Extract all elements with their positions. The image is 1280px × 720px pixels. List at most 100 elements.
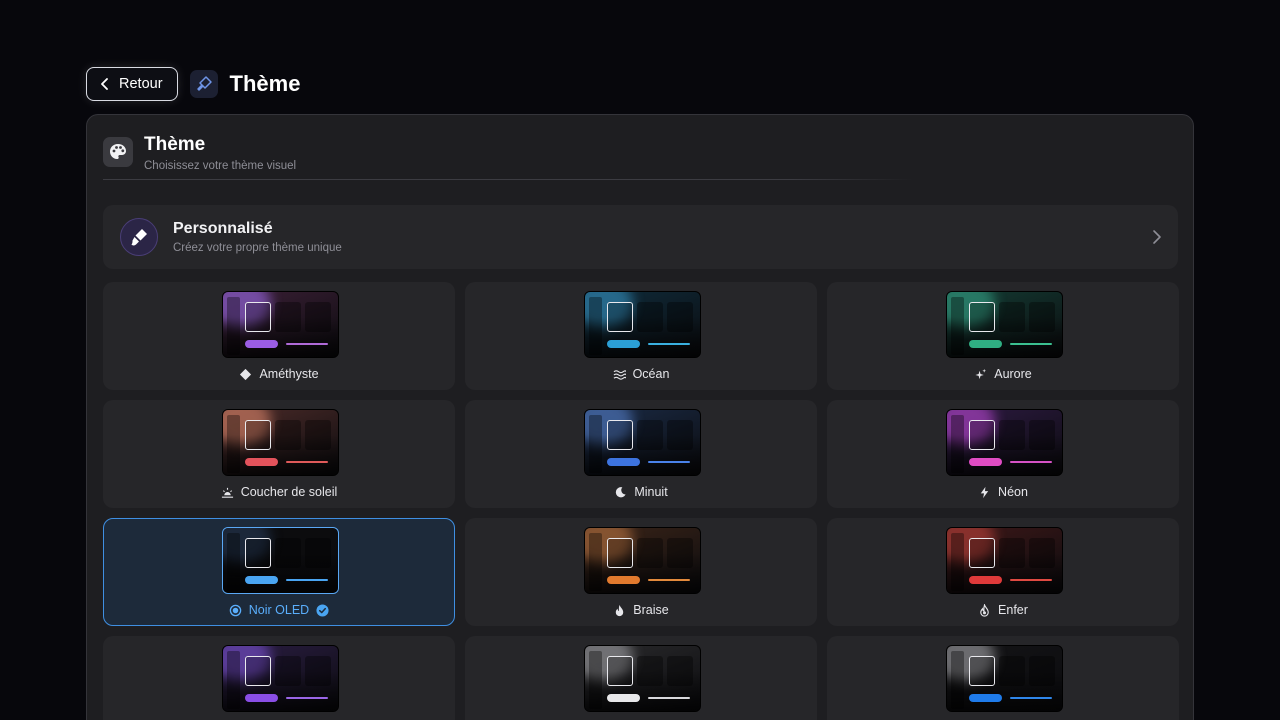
preview-tile — [637, 538, 663, 568]
preview-accent-pill — [607, 694, 640, 702]
theme-name: Braise — [633, 603, 669, 617]
preview-tile — [969, 420, 995, 450]
theme-settings-page: Retour Thème Thème Choisissez votre thèm… — [0, 0, 1280, 720]
preview-accent-pill — [245, 340, 278, 348]
preview-accent-pill — [969, 340, 1002, 348]
preview-accent-line — [648, 697, 690, 699]
preview-tile — [1029, 420, 1055, 450]
preview-accent-pill — [969, 694, 1002, 702]
theme-preview — [584, 527, 701, 594]
theme-preview — [584, 291, 701, 358]
theme-card[interactable]: Enfer — [827, 518, 1179, 626]
theme-label: Minuit — [466, 485, 816, 499]
preview-accent-pill — [607, 340, 640, 348]
theme-name: Minuit — [634, 485, 668, 499]
preview-accent-line — [648, 343, 690, 345]
theme-name: Néon — [998, 485, 1028, 499]
theme-name: Aurore — [994, 367, 1032, 381]
preview-tile — [607, 302, 633, 332]
preview-accent-pill — [969, 576, 1002, 584]
preview-tile — [305, 538, 331, 568]
preview-tile — [305, 420, 331, 450]
preview-tile — [607, 656, 633, 686]
theme-preview — [584, 645, 701, 712]
theme-label: Néon — [828, 485, 1178, 499]
custom-theme-row[interactable]: Personnalisé Créez votre propre thème un… — [103, 205, 1178, 269]
theme-card[interactable]: Braise — [465, 518, 817, 626]
preview-accent-line — [1010, 697, 1052, 699]
panel-header: Thème Choisissez votre thème visuel — [103, 135, 296, 172]
preview-sidebar — [951, 651, 964, 709]
panel-subtitle: Choisissez votre thème visuel — [144, 160, 297, 172]
theme-preview — [946, 291, 1063, 358]
preview-accent-line — [1010, 343, 1052, 345]
preview-tile — [999, 420, 1025, 450]
preview-accent-pill — [245, 694, 278, 702]
preview-sidebar — [227, 651, 240, 709]
theme-card[interactable]: Océan — [465, 282, 817, 390]
theme-label: Améthyste — [104, 367, 454, 381]
theme-card[interactable]: Coucher de soleil — [103, 400, 455, 508]
preview-tile — [1029, 656, 1055, 686]
chevron-right-icon — [1153, 230, 1161, 244]
preview-accent-pill — [607, 458, 640, 466]
page-title: Thème — [229, 71, 301, 96]
theme-label: Noir OLED — [104, 603, 454, 617]
fire-icon — [978, 603, 991, 617]
theme-grid: Améthyste Océan Aurore Coucher de soleil Min… — [103, 282, 1179, 720]
sparkles-icon — [974, 368, 987, 381]
preview-tile — [667, 420, 693, 450]
theme-preview — [946, 645, 1063, 712]
preview-tile — [275, 420, 301, 450]
preview-tile — [969, 656, 995, 686]
preview-sidebar — [227, 415, 240, 473]
preview-tile — [245, 302, 271, 332]
theme-card[interactable]: Néon — [827, 400, 1179, 508]
preview-accent-line — [648, 461, 690, 463]
theme-card[interactable] — [465, 636, 817, 720]
preview-accent-line — [1010, 579, 1052, 581]
theme-preview — [222, 527, 339, 594]
check-icon — [316, 603, 329, 617]
preview-tile — [275, 656, 301, 686]
preview-accent-line — [286, 343, 328, 345]
preview-tile — [1029, 538, 1055, 568]
moon-icon — [614, 486, 627, 499]
theme-card[interactable]: Aurore — [827, 282, 1179, 390]
panel-divider — [103, 179, 913, 180]
preview-sidebar — [227, 533, 240, 591]
theme-card[interactable] — [827, 636, 1179, 720]
theme-label: Enfer — [828, 603, 1178, 617]
bolt-icon — [978, 486, 991, 499]
theme-card[interactable]: Noir OLED — [103, 518, 455, 626]
theme-name: Améthyste — [259, 367, 319, 381]
theme-preview — [584, 409, 701, 476]
preview-tile — [305, 656, 331, 686]
theme-card[interactable]: Améthyste — [103, 282, 455, 390]
preview-tile — [275, 538, 301, 568]
custom-theme-title: Personnalisé — [173, 220, 273, 237]
theme-name: Océan — [632, 367, 670, 381]
preview-tile — [305, 302, 331, 332]
theme-card[interactable] — [103, 636, 455, 720]
preview-tile — [637, 656, 663, 686]
preview-accent-line — [648, 579, 690, 581]
theme-name: Enfer — [998, 603, 1028, 617]
diamond-icon — [239, 368, 252, 381]
preview-sidebar — [951, 533, 964, 591]
theme-preview — [222, 291, 339, 358]
waves-icon — [613, 368, 626, 381]
preview-sidebar — [227, 297, 240, 355]
preview-sidebar — [589, 651, 602, 709]
preview-tile — [637, 420, 663, 450]
theme-card[interactable]: Minuit — [465, 400, 817, 508]
preview-accent-line — [1010, 461, 1052, 463]
palette-icon — [103, 137, 133, 167]
panel-title: Thème — [144, 134, 206, 155]
preview-tile — [999, 302, 1025, 332]
preview-tile — [999, 656, 1025, 686]
page-header: Retour Thème — [86, 67, 300, 101]
preview-accent-line — [286, 579, 328, 581]
preview-tile — [667, 656, 693, 686]
back-button[interactable]: Retour — [86, 67, 178, 101]
